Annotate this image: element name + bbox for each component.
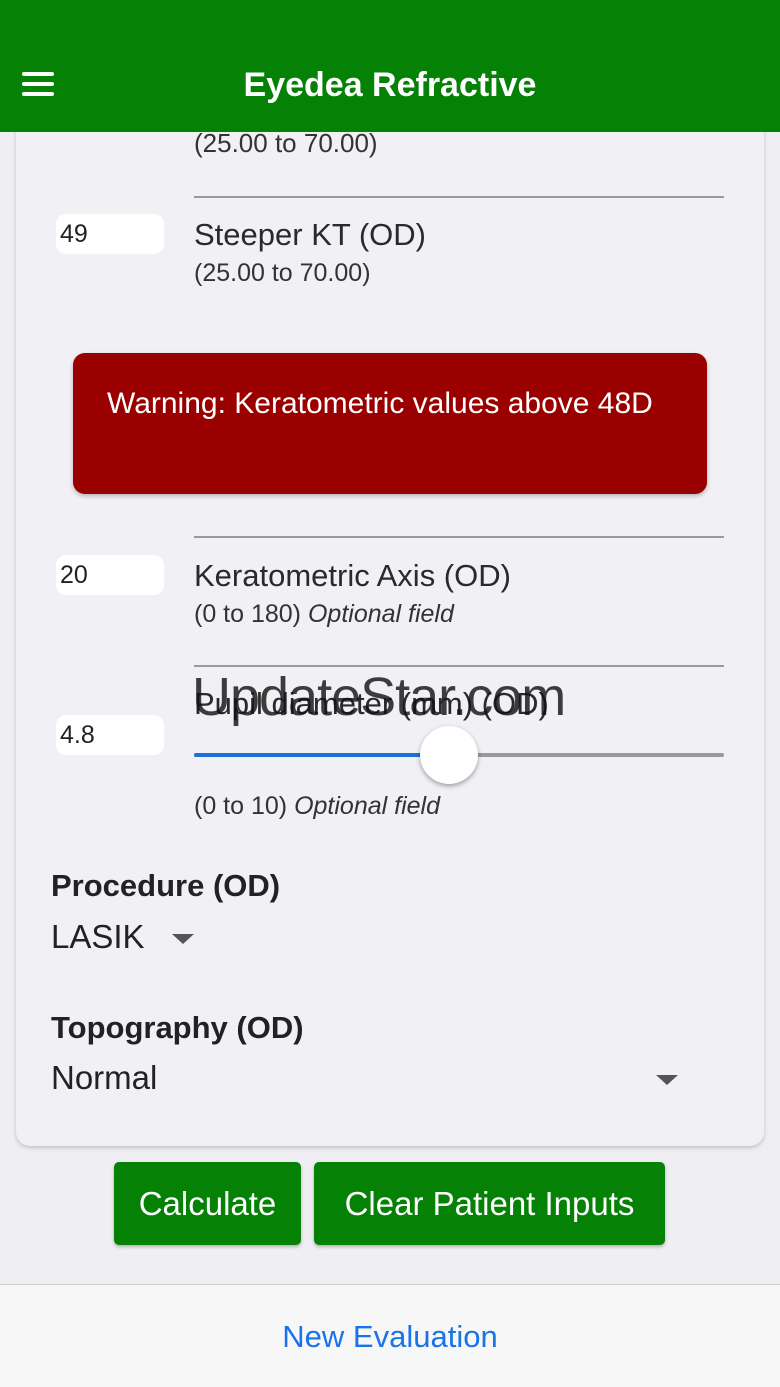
pupil-diameter-label: Pupil diameter (mm) (OD) <box>194 686 549 721</box>
keratometric-axis-help: (0 to 180) Optional field <box>194 600 454 629</box>
keratometric-axis-input[interactable] <box>56 555 164 595</box>
divider <box>194 536 724 538</box>
clear-patient-inputs-button[interactable]: Clear Patient Inputs <box>314 1162 665 1245</box>
divider <box>194 196 724 198</box>
steeper-kt-label: Steeper KT (OD) <box>194 217 427 252</box>
keratometric-axis-range: (0 to 180) <box>194 600 302 628</box>
chevron-down-icon[interactable] <box>656 1075 678 1085</box>
divider <box>194 665 724 667</box>
keratometric-axis-label: Keratometric Axis (OD) <box>194 558 511 593</box>
procedure-title: Procedure (OD) <box>51 868 281 903</box>
flatter-kf-range: (25.00 to 70.00) <box>194 128 378 158</box>
slider-thumb[interactable] <box>420 726 478 784</box>
keratometric-warning-banner: Warning: Keratometric values above 48D <box>73 353 707 494</box>
steeper-kt-input[interactable] <box>56 214 164 254</box>
app-bar: Eyedea Refractive <box>0 0 780 132</box>
slider-fill <box>194 753 448 757</box>
bottom-bar: New Evaluation <box>0 1284 780 1387</box>
pupil-diameter-range: (0 to 10) <box>194 792 288 820</box>
calculate-button[interactable]: Calculate <box>114 1162 301 1245</box>
procedure-selected-value: LASIK <box>51 918 145 955</box>
optional-field-note: Optional field <box>307 600 454 628</box>
topography-select[interactable]: Normal <box>51 1059 157 1097</box>
optional-field-note: Optional field <box>294 792 440 820</box>
topography-title: Topography (OD) <box>51 1010 304 1045</box>
new-evaluation-link[interactable]: New Evaluation <box>0 1319 780 1355</box>
pupil-diameter-input[interactable] <box>56 715 164 755</box>
chevron-down-icon[interactable] <box>172 934 194 944</box>
steeper-kt-range: (25.00 to 70.00) <box>194 259 371 287</box>
app-title: Eyedea Refractive <box>243 66 537 104</box>
topography-selected-value: Normal <box>51 1059 158 1096</box>
pupil-diameter-help: (0 to 10) Optional field <box>194 792 440 821</box>
procedure-select[interactable]: LASIK <box>51 918 145 956</box>
